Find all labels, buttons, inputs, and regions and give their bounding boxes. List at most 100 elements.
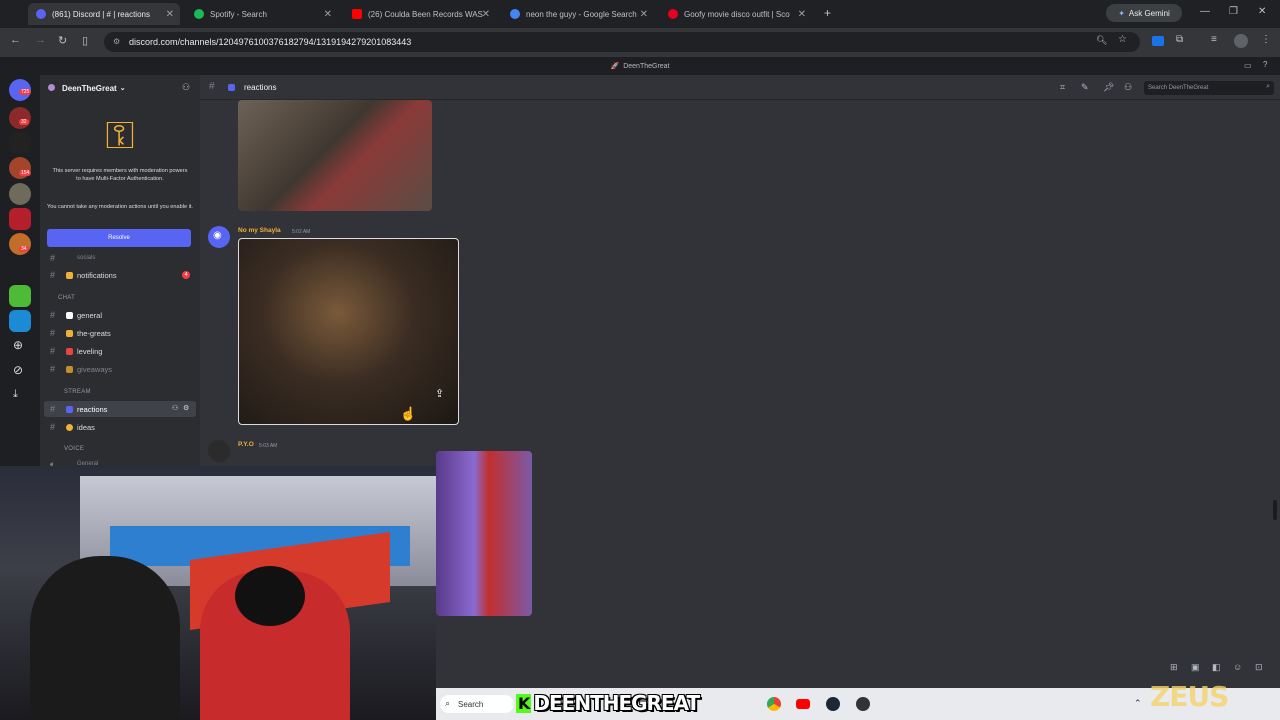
server-tag-icon	[48, 84, 55, 91]
avatar[interactable]	[208, 440, 230, 462]
new-tab-button[interactable]: +	[824, 6, 831, 20]
gemini-icon: ✦	[1118, 8, 1125, 18]
channel-giveaways[interactable]: # giveaways	[44, 361, 196, 377]
share-icon[interactable]: ⇪	[435, 387, 444, 400]
add-member-icon[interactable]: ⚇	[182, 82, 190, 93]
unread-badge: 34	[19, 246, 29, 252]
extension-icon[interactable]	[1152, 36, 1164, 46]
download-icon[interactable]: ⤓	[13, 388, 18, 401]
media-icon[interactable]: ≡	[1211, 34, 1217, 45]
close-tab-icon[interactable]: ✕	[166, 9, 174, 20]
gift-icon[interactable]: ⊞	[1170, 662, 1178, 673]
message-author[interactable]: No my Shayla	[238, 227, 281, 234]
message-gif[interactable]: ⇪	[238, 238, 459, 425]
avatar[interactable]: ◉	[208, 226, 230, 248]
channel-leveling[interactable]: # leveling	[44, 343, 196, 359]
pinterest-icon	[668, 9, 678, 19]
search-input[interactable]: Search DeenTheGreat ⌕	[1144, 81, 1274, 95]
hash-icon: #	[50, 253, 56, 263]
bell-icon	[66, 271, 73, 279]
back-icon[interactable]: ←	[10, 34, 21, 46]
channel-ideas[interactable]: # ideas	[44, 419, 196, 435]
hash-icon: #	[209, 81, 215, 92]
message-timestamp: 5:03 AM	[259, 443, 278, 449]
reload-icon[interactable]: ↻	[58, 34, 67, 47]
gift-icon	[66, 365, 73, 373]
discover-icon[interactable]: ⊘	[13, 363, 23, 377]
youtube-taskbar-icon[interactable]	[796, 699, 810, 709]
google-icon	[510, 9, 520, 19]
gear-icon[interactable]: ⚙	[183, 404, 189, 412]
message-video-thumbnail[interactable]	[436, 451, 532, 616]
channel-reactions[interactable]: # reactions ⚇ ⚙	[44, 401, 196, 417]
member-list-icon[interactable]: ⚇	[1124, 82, 1132, 93]
channel-general[interactable]: # general	[44, 307, 196, 323]
message-author[interactable]: P.Y.O	[238, 441, 254, 448]
sticker-icon[interactable]: ◧	[1212, 662, 1221, 673]
gif-icon[interactable]: ▣	[1191, 662, 1200, 673]
extensions-puzzle-icon[interactable]: ⧉	[1176, 34, 1183, 45]
apps-icon[interactable]: ⊡	[1255, 662, 1263, 673]
hash-icon: #	[50, 328, 56, 338]
add-server-icon[interactable]: ⊕	[13, 338, 23, 352]
browser-tab-discord[interactable]: (861) Discord | #⁩ | reactions ✕	[28, 3, 180, 25]
close-tab-icon[interactable]: ✕	[798, 9, 806, 20]
close-tab-icon[interactable]: ✕	[482, 9, 490, 20]
chrome-taskbar-icon[interactable]	[767, 697, 781, 711]
server-header[interactable]: DeenTheGreat ⌄	[40, 76, 200, 100]
server-icon[interactable]	[9, 310, 31, 332]
taskbar-search[interactable]: ⌕ Search	[440, 695, 514, 713]
browser-tab-spotify[interactable]: Spotify - Search ✕	[186, 3, 338, 25]
youtube-icon	[352, 9, 362, 19]
category-voice[interactable]: VOICE	[64, 446, 84, 452]
server-icon[interactable]	[9, 183, 31, 205]
hash-icon: #	[50, 346, 56, 356]
server-icon[interactable]	[9, 132, 31, 154]
forward-icon[interactable]: →	[35, 34, 46, 46]
channel-socials[interactable]: # socials	[44, 250, 196, 266]
maximize-icon[interactable]: ❐	[1229, 6, 1238, 17]
hash-icon: #	[50, 404, 56, 414]
browser-tab-youtube[interactable]: (26) Coulda Been Records WAS ✕	[344, 3, 496, 25]
message-image[interactable]	[238, 100, 432, 211]
inbox-icon[interactable]: ▭	[1244, 61, 1252, 70]
pin-icon[interactable]: 📌︎	[1103, 82, 1114, 93]
tray-chevron-up-icon[interactable]: ⌃	[1134, 698, 1142, 709]
level-icon	[66, 347, 73, 355]
ask-gemini-button[interactable]: ✦ Ask Gemini	[1106, 4, 1182, 22]
hash-icon: #	[50, 422, 56, 432]
minimize-icon[interactable]: —	[1200, 6, 1210, 17]
server-icon[interactable]	[9, 285, 31, 307]
server-icon[interactable]	[9, 208, 31, 230]
zoom-icon[interactable]: 🔍︎	[1096, 35, 1107, 46]
bookmark-star-icon[interactable]: ☆	[1118, 34, 1127, 45]
close-tab-icon[interactable]: ✕	[640, 9, 648, 20]
hash-icon: #	[50, 310, 56, 320]
site-info-icon[interactable]: ⚙	[113, 37, 120, 46]
close-window-icon[interactable]: ✕	[1258, 6, 1266, 17]
profile-avatar[interactable]	[1234, 34, 1248, 48]
tv-icon	[228, 84, 235, 91]
resolve-button[interactable]: Resolve	[47, 229, 191, 247]
category-chat[interactable]: CHAT	[58, 295, 75, 301]
help-icon[interactable]: ?	[1263, 60, 1267, 69]
browser-menu-icon[interactable]: ⋮	[1261, 34, 1271, 45]
browser-tab-pinterest[interactable]: Goofy movie disco outfit | Sco ✕	[660, 3, 812, 25]
search-icon: ⌕	[1266, 83, 1270, 90]
channel-notifications[interactable]: # notifications 4	[44, 267, 196, 283]
address-bar[interactable]: ⚙ discord.com/channels/12049761003761827…	[104, 32, 1140, 52]
obs-taskbar-icon[interactable]	[856, 697, 870, 711]
emoji-icon[interactable]: ☺	[1233, 662, 1242, 672]
steam-taskbar-icon[interactable]	[826, 697, 840, 711]
close-tab-icon[interactable]: ✕	[324, 9, 332, 20]
notification-settings-icon[interactable]: ✎	[1081, 82, 1089, 93]
category-stream[interactable]: STREAM	[64, 389, 91, 395]
discord-icon	[36, 9, 46, 19]
sidepanel-icon[interactable]: ▯	[82, 34, 88, 47]
invite-icon[interactable]: ⚇	[172, 404, 178, 412]
threads-icon[interactable]: ⌗	[1060, 82, 1065, 93]
browser-tab-google[interactable]: neon the guyy - Google Search ✕	[502, 3, 654, 25]
server-icon[interactable]	[9, 107, 31, 129]
chat-scrollbar[interactable]	[1273, 500, 1277, 520]
channel-the-greats[interactable]: # the-greats	[44, 325, 196, 341]
